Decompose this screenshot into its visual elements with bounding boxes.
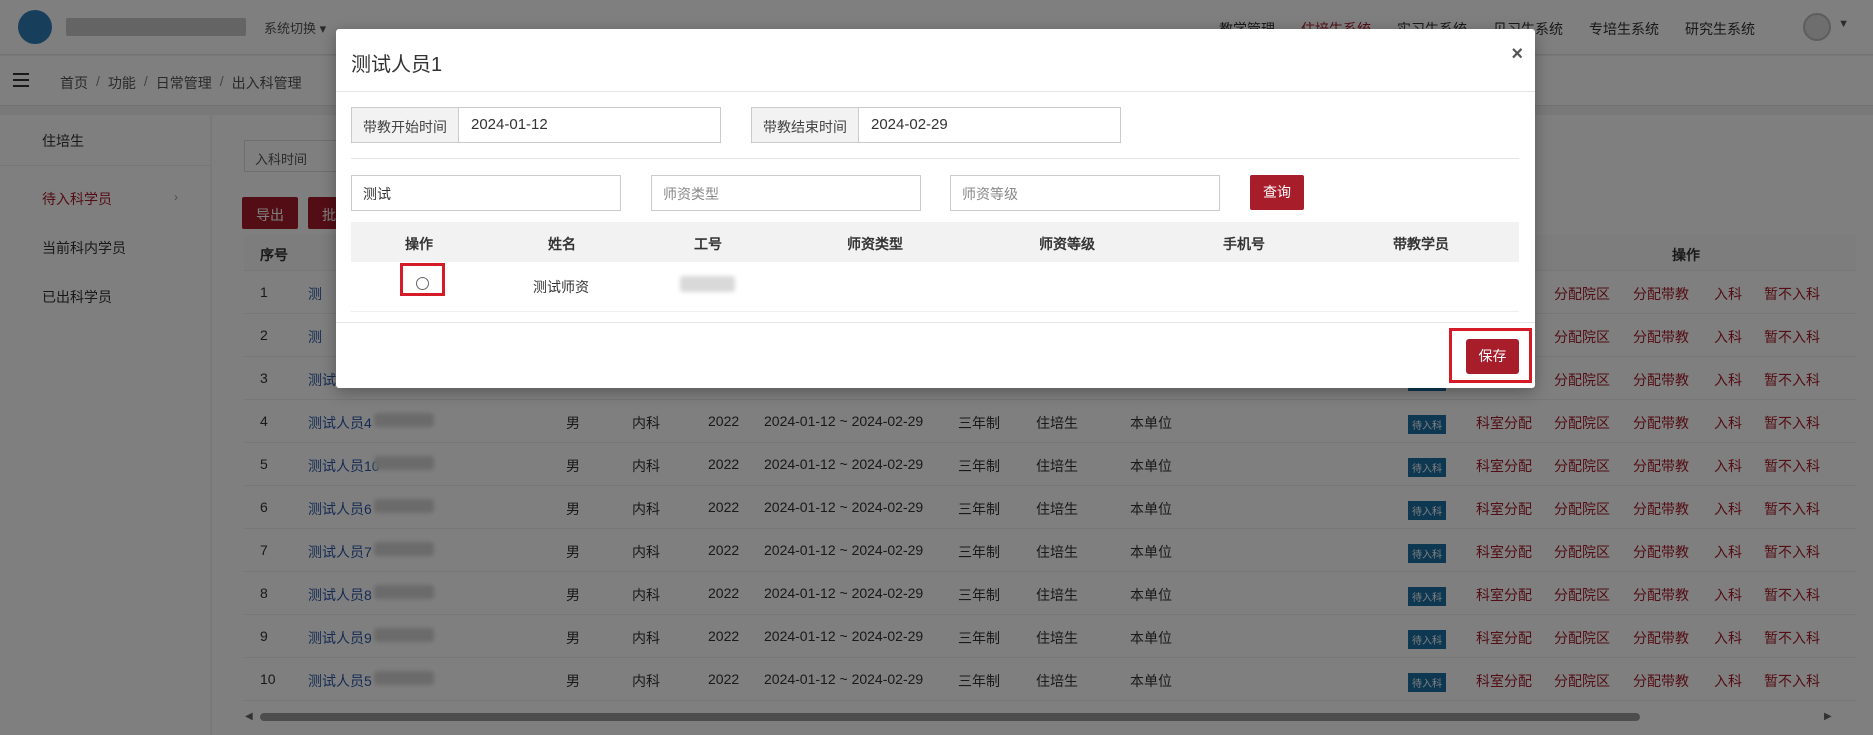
teacher-emp-no: 1000000 bbox=[680, 276, 735, 292]
modal-title: 测试人员1 bbox=[351, 54, 443, 76]
teacher-type-select[interactable]: 师资类型 bbox=[651, 175, 921, 211]
col-name: 姓名 bbox=[548, 236, 576, 252]
close-icon[interactable]: × bbox=[1511, 43, 1523, 66]
query-button[interactable]: 查询 bbox=[1250, 175, 1304, 210]
col-emp-no: 工号 bbox=[694, 236, 722, 252]
col-teacher-level: 师资等级 bbox=[1039, 236, 1095, 252]
select-teacher-modal: 测试人员1 × 带教开始时间 2024-01-12 带教结束时间 2024-02… bbox=[336, 29, 1535, 388]
end-date-field[interactable]: 带教结束时间 2024-02-29 bbox=[751, 107, 1121, 143]
col-op: 操作 bbox=[405, 236, 433, 252]
start-date-label: 带教开始时间 bbox=[352, 108, 459, 142]
col-teacher-type: 师资类型 bbox=[847, 236, 903, 252]
col-phone: 手机号 bbox=[1223, 236, 1265, 252]
teacher-name: 测试师资 bbox=[533, 279, 589, 295]
teacher-table-header: 操作 姓名 工号 师资类型 师资等级 手机号 带教学员 bbox=[351, 222, 1519, 262]
start-date-value[interactable]: 2024-01-12 bbox=[459, 108, 560, 142]
teacher-row[interactable]: 测试师资 1000000 bbox=[351, 262, 1519, 312]
save-highlight-box bbox=[1449, 328, 1532, 383]
end-date-value[interactable]: 2024-02-29 bbox=[859, 108, 960, 142]
end-date-label: 带教结束时间 bbox=[752, 108, 859, 142]
radio-highlight-box bbox=[400, 263, 445, 296]
teacher-level-select[interactable]: 师资等级 bbox=[950, 175, 1220, 211]
col-students: 带教学员 bbox=[1393, 236, 1449, 252]
start-date-field[interactable]: 带教开始时间 2024-01-12 bbox=[351, 107, 721, 143]
search-input[interactable]: 测试 bbox=[351, 175, 621, 211]
